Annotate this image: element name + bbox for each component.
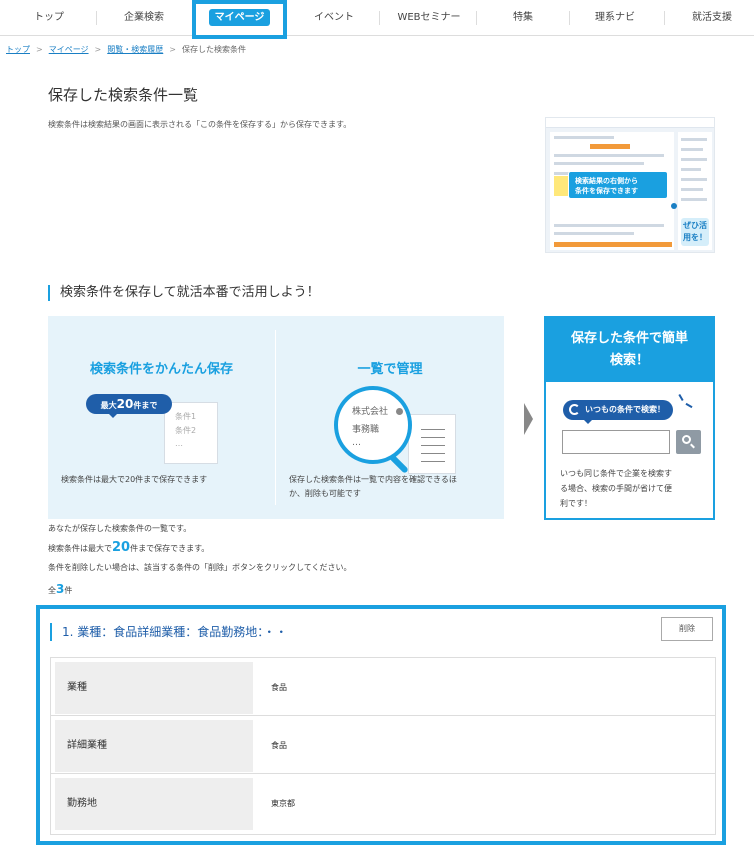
- example-search-button: [676, 430, 701, 454]
- magnifier-icon: 株式会社 事務職 …: [334, 386, 412, 464]
- breadcrumb-separator: >: [169, 45, 176, 54]
- easy-title-line2: 検索！: [609, 353, 649, 368]
- nav-item-science-navi[interactable]: 理系ナビ: [576, 0, 654, 36]
- loupe-dot: [396, 408, 403, 415]
- loupe-line: …: [352, 438, 361, 448]
- memo-illustration: 条件1 条件2 …: [164, 402, 218, 464]
- breadcrumb-mypage[interactable]: マイページ: [49, 45, 89, 54]
- table-row: 勤務地 東京都: [51, 774, 715, 832]
- table-row: 詳細業種 食品: [51, 716, 715, 774]
- loupe-line: 株式会社: [352, 407, 389, 417]
- breadcrumb-history[interactable]: 閲覧・検索履歴: [107, 45, 163, 54]
- easy-search-promo: 保存した条件で簡単 検索！ いつもの条件で検索！ いつも同じ条件で企業を検索す …: [544, 316, 715, 520]
- table-row: 業種 食品: [51, 658, 715, 716]
- badge-number: 20: [116, 397, 134, 411]
- note-line3: 条件を削除したい場合は、該当する条件の「削除」ボタンをクリックしてください。: [48, 563, 352, 572]
- easy-search-description: いつも同じ条件で企業を検索す る場合、検索の手間が省けて便 利です！: [560, 466, 706, 511]
- badge-prefix: 最大: [100, 401, 117, 410]
- nav-item-job-support[interactable]: 就活支援: [676, 0, 748, 36]
- loupe-line: 事務職: [352, 425, 380, 435]
- search-icon: [682, 435, 691, 444]
- notes: あなたが保存した検索条件の一覧です。 検索条件は最大で20件まで保存できます。 …: [48, 519, 352, 577]
- nav-item-event[interactable]: イベント: [300, 0, 368, 36]
- memo-line: 条件1: [175, 412, 197, 421]
- thumb-pointer-dot: [671, 203, 677, 209]
- document-illustration: [408, 414, 456, 474]
- manage-feature-caption: 保存した検索条件は一覧で内容を確認できるほ か、削除も可能です: [289, 473, 457, 501]
- nav-separator: [569, 11, 570, 25]
- easy-desc-line2: る場合、検索の手間が省けて便: [560, 484, 672, 493]
- manage-caption-line2: か、削除も可能です: [289, 489, 361, 498]
- note-line2-suffix: 件まで保存できます。: [130, 544, 210, 553]
- thumb-callout: 検索結果の右側から 条件を保存できます: [568, 171, 668, 199]
- row-label: 勤務地: [55, 778, 253, 830]
- breadcrumb-top[interactable]: トップ: [6, 45, 30, 54]
- feature-panel: 検索条件をかんたん保存 条件1 条件2 … 最大20件まで 検索条件は最大で20…: [48, 316, 504, 519]
- result-count: 全3件: [48, 582, 72, 596]
- delete-button[interactable]: 削除: [661, 617, 713, 641]
- count-prefix: 全: [48, 586, 56, 595]
- thumb-callout-line1: 検索結果の右側から: [575, 177, 638, 185]
- nav-item-mypage[interactable]: マイページ: [192, 0, 287, 39]
- breadcrumb: トップ > マイページ > 閲覧・検索履歴 > 保存した検索条件: [6, 44, 246, 55]
- nav-item-company-search[interactable]: 企業検索: [112, 0, 176, 36]
- row-label: 詳細業種: [55, 720, 253, 772]
- nav-item-web-seminar[interactable]: WEBセミナー: [388, 0, 470, 36]
- max-20-badge: 最大20件まで: [86, 394, 172, 418]
- save-feature-caption: 検索条件は最大で20件まで保存できます: [61, 475, 208, 484]
- nav-separator: [96, 11, 97, 25]
- note-line2: 検索条件は最大で20件まで保存できます。: [48, 538, 352, 558]
- thumb-header-bar: [546, 118, 714, 128]
- saved-condition-card: 1. 業種：食品詳細業種：食品勤務地：・・ 削除 業種 食品 詳細業種 食品 勤…: [36, 605, 726, 845]
- section-heading: 検索条件を保存して就活本番で活用しよう！: [48, 285, 320, 301]
- memo-line: 条件2: [175, 426, 197, 435]
- badge-suffix: 件まで: [133, 401, 158, 410]
- memo-line: …: [175, 439, 183, 448]
- feature-divider: [275, 330, 276, 505]
- nav-separator: [379, 11, 380, 25]
- easy-title-line1: 保存した条件で簡単: [570, 331, 688, 346]
- breadcrumb-current: 保存した検索条件: [181, 45, 246, 54]
- easy-desc-line3: 利です！: [560, 499, 592, 508]
- page-title: 保存した検索条件一覧: [48, 86, 199, 104]
- bubble-text: いつもの条件で検索！: [585, 405, 665, 414]
- breadcrumb-separator: >: [36, 45, 43, 54]
- row-value: 東京都: [271, 799, 295, 808]
- thumb-callout-line2: 条件を保存できます: [575, 187, 638, 195]
- saved-condition-title[interactable]: 1. 業種：食品詳細業種：食品勤務地：・・: [50, 623, 287, 641]
- sparkle-icon: [685, 402, 693, 409]
- example-search-input: [562, 430, 670, 454]
- easy-desc-line1: いつも同じ条件で企業を検索す: [560, 469, 672, 478]
- note-line2-number: 20: [112, 540, 131, 555]
- top-navigation: トップ 企業検索 マイページ イベント WEBセミナー 特集 理系ナビ 就活支援: [0, 0, 754, 39]
- arrow-right-icon: [524, 403, 533, 435]
- nav-separator: [664, 11, 665, 25]
- manage-feature-title: 一覧で管理: [357, 362, 423, 377]
- refresh-icon: [569, 404, 580, 415]
- thumb-badge: ぜひ活用を！: [681, 218, 709, 246]
- save-feature-title: 検索条件をかんたん保存: [89, 362, 233, 377]
- nav-item-mypage-label: マイページ: [209, 9, 270, 26]
- nav-item-top[interactable]: トップ: [20, 0, 78, 36]
- sparkle-icon: [678, 393, 684, 402]
- manage-caption-line1: 保存した検索条件は一覧で内容を確認できるほ: [289, 475, 457, 484]
- magnifier-handle: [389, 454, 409, 474]
- row-value: 食品: [271, 683, 287, 692]
- search-icon-handle: [690, 443, 695, 449]
- breadcrumb-separator: >: [94, 45, 102, 54]
- nav-separator: [476, 11, 477, 25]
- nav-item-feature[interactable]: 特集: [488, 0, 558, 36]
- condition-table: 業種 食品 詳細業種 食品 勤務地 東京都: [50, 657, 716, 835]
- note-line1: あなたが保存した検索条件の一覧です。: [48, 524, 192, 533]
- count-suffix: 件: [64, 586, 73, 595]
- easy-search-bubble: いつもの条件で検索！: [563, 400, 673, 424]
- easy-search-title: 保存した条件で簡単 検索！: [546, 318, 713, 382]
- example-screenshot-image: 検索結果の右側から 条件を保存できます ぜひ活用を！: [545, 117, 715, 253]
- page-description: 検索条件は検索結果の画面に表示される「この条件を保存する」から保存できます。: [48, 120, 352, 129]
- row-value: 食品: [271, 741, 287, 750]
- note-line2-prefix: 検索条件は最大で: [48, 544, 112, 553]
- row-label: 業種: [55, 662, 253, 714]
